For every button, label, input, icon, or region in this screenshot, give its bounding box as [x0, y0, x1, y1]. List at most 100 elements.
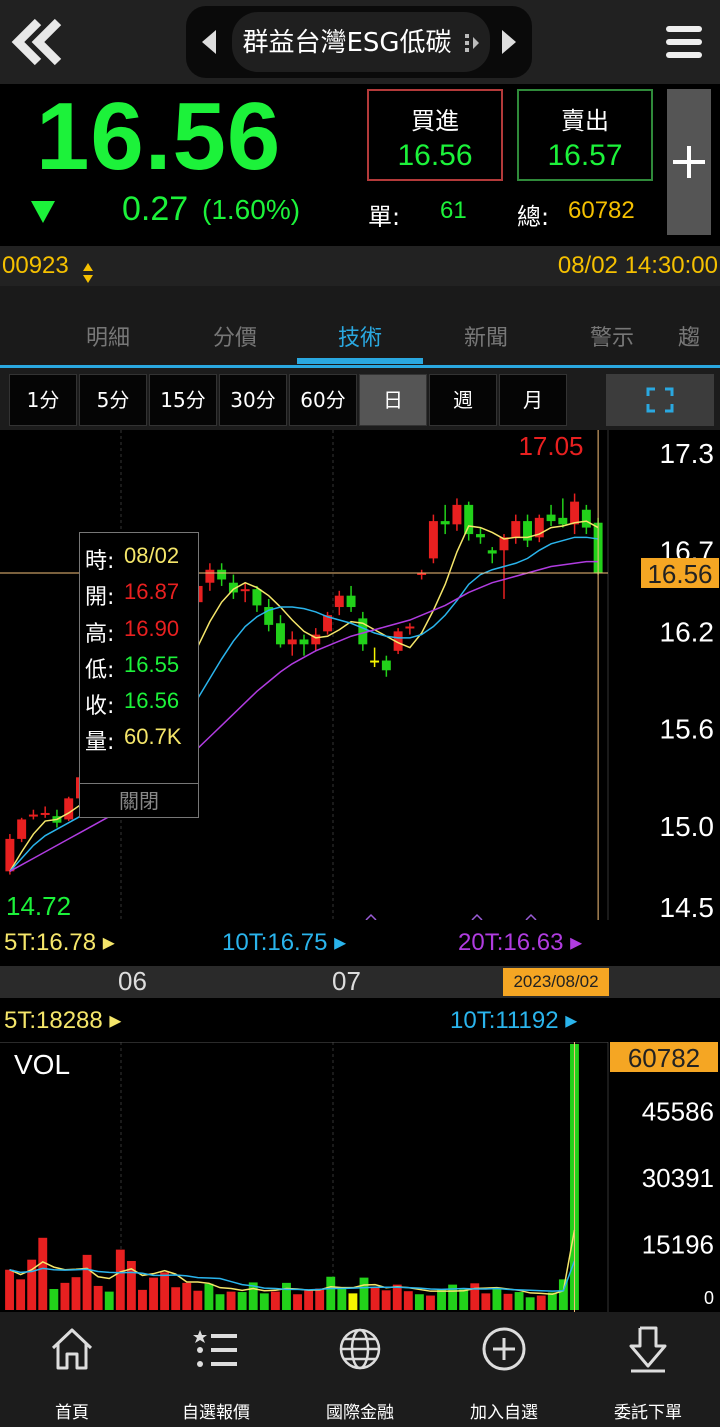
period-5min[interactable]: 5分: [79, 374, 147, 426]
volume-bar: [82, 1254, 92, 1310]
tooltip-high: 16.90: [124, 616, 180, 641]
tab-news[interactable]: 新聞: [436, 320, 536, 352]
nav-watchlist-label: 自選報價: [182, 1403, 250, 1423]
volume-bar: [459, 1289, 469, 1310]
price-axis-label: 17.3: [660, 438, 715, 469]
period-day[interactable]: 日: [359, 374, 427, 426]
volume-axis-label: 60782: [628, 1043, 700, 1073]
candle-body: [381, 660, 391, 671]
nav-home[interactable]: 首頁: [12, 1318, 132, 1423]
bid-price: 16.56: [397, 139, 473, 172]
expand-quote-button[interactable]: [667, 89, 711, 235]
back-button[interactable]: [8, 14, 68, 70]
menu-button[interactable]: [664, 22, 704, 62]
tooltip-low-label: 低:: [85, 658, 115, 683]
vol-ma10-label: 10T:11192 ▸: [450, 1007, 578, 1034]
candle-body: [370, 660, 380, 663]
single-volume-label: 單:: [368, 203, 401, 231]
nav-international[interactable]: 國際金融: [300, 1318, 420, 1423]
bid-price-box[interactable]: 買進 16.56: [367, 89, 503, 181]
price-axis-label: 15.6: [660, 714, 715, 745]
period-30min[interactable]: 30分: [219, 374, 287, 426]
candle-body: [428, 521, 438, 559]
plus-icon: [673, 146, 705, 178]
fullscreen-icon: [646, 387, 674, 413]
ma20-label: 20T:16.63 ▸: [458, 929, 583, 956]
nav-add-watch[interactable]: 加入自選: [444, 1318, 564, 1423]
triangle-right-icon: [502, 30, 516, 54]
volume-bar: [204, 1283, 214, 1310]
list-icon: [193, 1330, 237, 1367]
volume-bar: [370, 1287, 380, 1310]
next-stock-button[interactable]: [496, 26, 522, 58]
candle-body: [581, 509, 591, 528]
period-1min[interactable]: 1分: [9, 374, 77, 426]
price-axis-label: 15.0: [660, 811, 715, 842]
tooltip-time-label: 時:: [85, 549, 115, 574]
volume-chart[interactable]: VOL 60782 45586 30391 15196 0: [0, 1042, 720, 1312]
volume-bar: [215, 1294, 225, 1310]
candle-body: [287, 639, 297, 645]
bid-label: 買進: [411, 107, 459, 135]
tooltip-close-button[interactable]: 關閉: [80, 783, 198, 817]
volume-bar: [282, 1282, 291, 1310]
updown-arrows-icon[interactable]: [82, 262, 94, 284]
tab-rights[interactable]: 權: [0, 320, 18, 352]
volume-axis-label: 45586: [642, 1097, 714, 1127]
tab-trend[interactable]: 趨: [678, 320, 720, 352]
candle-body: [40, 812, 50, 815]
volume-bar: [481, 1293, 491, 1310]
volume-bar: [293, 1294, 302, 1310]
min-price-label: 14.72: [6, 891, 71, 920]
volume-bar: [149, 1277, 158, 1310]
volume-bar: [348, 1293, 358, 1310]
volume-bar: [5, 1269, 14, 1310]
prev-stock-button[interactable]: [196, 26, 222, 58]
volume-axis-label: 15196: [642, 1229, 714, 1259]
candle-body: [452, 504, 462, 525]
volume-bar: [182, 1282, 192, 1310]
volume-bar: [547, 1292, 557, 1310]
volume-bar: [536, 1295, 546, 1310]
ask-price: 16.57: [547, 139, 623, 172]
nav-add-watch-label: 加入自選: [470, 1403, 538, 1423]
app-root: 群益台灣ESG低碳 16.56 0.27 (1.60%) 買進 16.56 賣出…: [0, 0, 720, 1427]
volume-bar: [226, 1291, 236, 1310]
volume-bar: [115, 1249, 125, 1310]
drag-handle-icon: [464, 32, 480, 54]
tooltip-close: 16.56: [124, 688, 180, 713]
volume-bar: [503, 1293, 513, 1310]
period-week[interactable]: 週: [429, 374, 497, 426]
month-label-06: 06: [118, 966, 147, 996]
period-60min[interactable]: 60分: [289, 374, 357, 426]
stock-title[interactable]: 群益台灣ESG低碳: [232, 22, 462, 59]
tab-technical[interactable]: 技術: [310, 320, 410, 352]
ohlc-tooltip: 時: 08/02 開: 16.87 高: 16.90 低: 16.55 收: 1…: [79, 532, 199, 818]
tab-alerts[interactable]: 警示: [562, 320, 662, 352]
candle-body: [240, 589, 250, 592]
single-volume: 61: [440, 197, 467, 224]
period-month[interactable]: 月: [499, 374, 567, 426]
tooltip-volume-label: 量:: [85, 730, 115, 755]
tab-price-distribution[interactable]: 分價: [185, 320, 285, 352]
fullscreen-button[interactable]: [606, 374, 714, 426]
volume-title: VOL: [14, 1049, 70, 1080]
candle-body: [64, 798, 74, 820]
volume-bar: [403, 1291, 413, 1310]
nav-order[interactable]: 委託下單: [588, 1318, 708, 1423]
volume-axis-label: 0: [704, 1288, 714, 1308]
add-circle-icon: [482, 1327, 526, 1371]
nav-watchlist[interactable]: 自選報價: [156, 1318, 276, 1423]
candle-body: [464, 504, 474, 535]
period-15min[interactable]: 15分: [149, 374, 217, 426]
volume-bar: [259, 1293, 269, 1310]
volume-bar: [71, 1277, 81, 1310]
tab-details[interactable]: 明細: [58, 320, 158, 352]
volume-bar: [437, 1289, 446, 1310]
ask-price-box[interactable]: 賣出 16.57: [517, 89, 653, 181]
last-price: 16.56: [36, 83, 282, 190]
volume-bar: [270, 1291, 280, 1310]
candle-body: [558, 517, 568, 525]
nav-order-label: 委託下單: [614, 1403, 682, 1423]
order-icon: [629, 1326, 667, 1373]
